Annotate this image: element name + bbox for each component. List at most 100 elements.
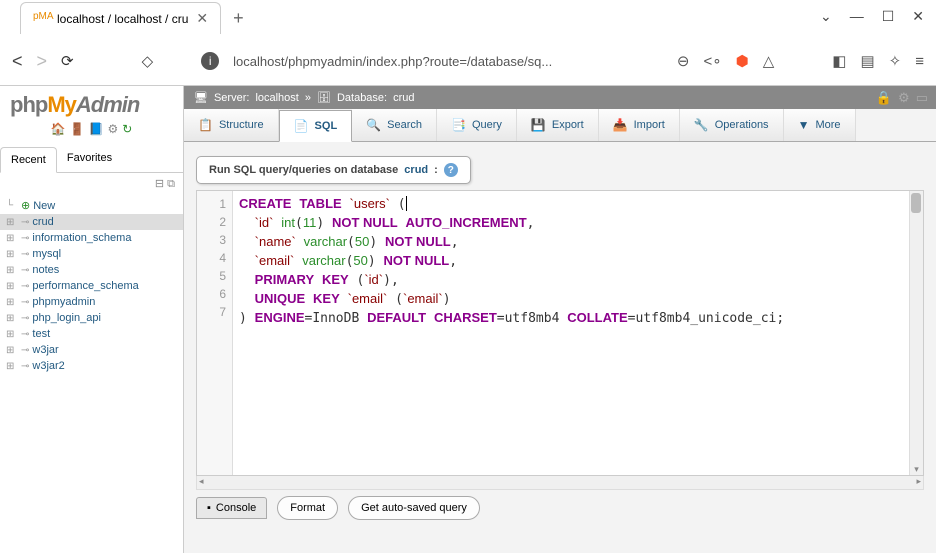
maximize-button[interactable]: ☐ bbox=[882, 8, 895, 25]
tab-structure[interactable]: 📋Structure bbox=[184, 109, 279, 141]
sidebar-toggle-icon[interactable]: ◧ bbox=[832, 52, 846, 70]
favorites-tab[interactable]: Favorites bbox=[57, 146, 122, 172]
database-tree: └⊕ New⊞⊸ crud⊞⊸ information_schema⊞⊸ mys… bbox=[0, 195, 183, 376]
back-button[interactable]: < bbox=[12, 51, 23, 72]
reload-icon[interactable]: ↻ bbox=[122, 122, 132, 136]
line-number: 3 bbox=[197, 231, 232, 249]
scroll-left-icon[interactable]: ◂ bbox=[199, 476, 204, 487]
tree-item-crud[interactable]: ⊞⊸ crud bbox=[0, 214, 183, 230]
new-icon: ⊕ bbox=[21, 199, 30, 212]
extensions-icon[interactable]: ✧ bbox=[889, 52, 902, 70]
expand-icon[interactable]: ⊞ bbox=[6, 313, 18, 324]
bookmark-icon[interactable]: ◇ bbox=[142, 52, 154, 70]
link-icon: ⊸ bbox=[21, 297, 29, 308]
expand-icon[interactable]: ⊞ bbox=[6, 345, 18, 356]
breadcrumb: 🖥 Server: localhost » 🗄 Database: crud 🔒… bbox=[184, 86, 936, 109]
recent-tab[interactable]: Recent bbox=[0, 147, 57, 173]
forward-button[interactable]: > bbox=[37, 51, 48, 72]
reader-icon[interactable]: ▤ bbox=[860, 52, 874, 70]
link-icon: ⊸ bbox=[21, 361, 29, 372]
tree-item-notes[interactable]: ⊞⊸ notes bbox=[0, 262, 183, 278]
page-help-icon[interactable]: ▭ bbox=[916, 90, 928, 106]
brave-shields-icon[interactable]: ⬢ bbox=[736, 52, 749, 70]
line-number: 2 bbox=[197, 213, 232, 231]
browser-tab[interactable]: pMA localhost / localhost / cru ✕ bbox=[20, 2, 221, 34]
expand-icon[interactable]: ⊞ bbox=[6, 265, 18, 276]
lock-icon[interactable]: 🔒 bbox=[876, 90, 892, 106]
export-icon: 💾 bbox=[531, 118, 546, 132]
link-icon: ⊸ bbox=[21, 281, 29, 292]
tabs-bar: 📋Structure📄SQL🔍Search📑Query💾Export📥Impor… bbox=[184, 109, 936, 142]
brave-wallet-icon[interactable]: △ bbox=[763, 52, 775, 70]
vertical-scrollbar[interactable]: ▴ ▾ bbox=[909, 191, 923, 475]
sql-icon: 📄 bbox=[294, 119, 309, 133]
scroll-thumb[interactable] bbox=[911, 193, 921, 213]
link-icon[interactable]: ⧉ bbox=[167, 178, 175, 190]
code-content[interactable]: CREATE TABLE `users` ( `id` int(11) NOT … bbox=[233, 191, 923, 475]
settings-icon[interactable]: ⚙ bbox=[108, 122, 119, 136]
tree-item-New[interactable]: └⊕ New bbox=[0, 197, 183, 214]
tree-item-w3jar[interactable]: ⊞⊸ w3jar bbox=[0, 342, 183, 358]
tree-item-w3jar2[interactable]: ⊞⊸ w3jar2 bbox=[0, 358, 183, 374]
logout-icon[interactable]: 🚪 bbox=[70, 122, 85, 136]
gear-icon[interactable]: ⚙ bbox=[898, 90, 910, 106]
link-icon: ⊸ bbox=[21, 265, 29, 276]
scroll-down-icon[interactable]: ▾ bbox=[910, 464, 923, 475]
get-autosaved-button[interactable]: Get auto-saved query bbox=[348, 496, 480, 520]
link-icon: ⊸ bbox=[21, 233, 29, 244]
query-icon: 📑 bbox=[451, 118, 466, 132]
sql-editor[interactable]: 1234567 CREATE TABLE `users` ( `id` int(… bbox=[196, 190, 924, 476]
tab-sql[interactable]: 📄SQL bbox=[279, 110, 353, 142]
new-tab-button[interactable]: + bbox=[233, 8, 244, 29]
site-info-icon[interactable]: i bbox=[201, 52, 219, 70]
collapse-icon[interactable]: ⊟ bbox=[155, 178, 164, 190]
tab-search[interactable]: 🔍Search bbox=[352, 109, 437, 141]
tab-export[interactable]: 💾Export bbox=[517, 109, 599, 141]
scroll-right-icon[interactable]: ▸ bbox=[916, 476, 921, 487]
tree-item-test[interactable]: ⊞⊸ test bbox=[0, 326, 183, 342]
link-icon: ⊸ bbox=[21, 217, 29, 228]
expand-icon[interactable]: ⊞ bbox=[6, 217, 18, 228]
help-icon[interactable]: ? bbox=[444, 163, 458, 177]
tab-operations[interactable]: 🔧Operations bbox=[680, 109, 784, 141]
tab-title: localhost / localhost / cru bbox=[57, 12, 188, 26]
docs-icon[interactable]: 📘 bbox=[89, 122, 104, 136]
expand-icon[interactable]: ⊞ bbox=[6, 329, 18, 340]
tab-query[interactable]: 📑Query bbox=[437, 109, 517, 141]
close-icon[interactable]: ✕ bbox=[196, 10, 208, 27]
url-text[interactable]: localhost/phpmyadmin/index.php?route=/da… bbox=[233, 54, 663, 69]
share-icon[interactable]: <∘ bbox=[703, 52, 721, 70]
expand-icon[interactable]: ⊞ bbox=[6, 233, 18, 244]
home-icon[interactable]: 🏠 bbox=[51, 122, 66, 136]
refresh-button[interactable]: ⟳ bbox=[61, 52, 74, 70]
breadcrumb-server[interactable]: localhost bbox=[255, 92, 298, 104]
tab-import[interactable]: 📥Import bbox=[599, 109, 680, 141]
phpmyadmin-logo[interactable]: phpMyAdmin bbox=[10, 92, 173, 118]
link-icon: ⊸ bbox=[21, 329, 29, 340]
tab-more[interactable]: ▼More bbox=[784, 109, 856, 141]
console-button[interactable]: ▪ Console bbox=[196, 497, 267, 519]
tree-item-mysql[interactable]: ⊞⊸ mysql bbox=[0, 246, 183, 262]
line-gutter: 1234567 bbox=[197, 191, 233, 475]
breadcrumb-database[interactable]: crud bbox=[393, 92, 414, 104]
quick-icons: 🏠 🚪 📘 ⚙ ↻ bbox=[10, 122, 173, 136]
expand-icon[interactable]: ⊞ bbox=[6, 361, 18, 372]
expand-icon[interactable]: ⊞ bbox=[6, 281, 18, 292]
tree-item-php_login_api[interactable]: ⊞⊸ php_login_api bbox=[0, 310, 183, 326]
link-icon: ⊸ bbox=[21, 345, 29, 356]
tree-item-performance_schema[interactable]: ⊞⊸ performance_schema bbox=[0, 278, 183, 294]
format-button[interactable]: Format bbox=[277, 496, 338, 520]
window-close-button[interactable]: ✕ bbox=[912, 8, 924, 25]
tree-item-information_schema[interactable]: ⊞⊸ information_schema bbox=[0, 230, 183, 246]
link-icon: ⊸ bbox=[21, 249, 29, 260]
zoom-icon[interactable]: ⊖ bbox=[677, 52, 690, 70]
menu-icon[interactable]: ≡ bbox=[915, 53, 924, 70]
expand-icon[interactable]: ⊞ bbox=[6, 297, 18, 308]
tree-item-phpmyadmin[interactable]: ⊞⊸ phpmyadmin bbox=[0, 294, 183, 310]
search-icon: 🔍 bbox=[366, 118, 381, 132]
line-number: 6 bbox=[197, 285, 232, 303]
expand-icon[interactable]: ⊞ bbox=[6, 249, 18, 260]
horizontal-scrollbar[interactable]: ◂ ▸ bbox=[196, 476, 924, 490]
chevron-down-icon[interactable]: ⌄ bbox=[820, 8, 832, 25]
minimize-button[interactable]: — bbox=[850, 8, 864, 25]
